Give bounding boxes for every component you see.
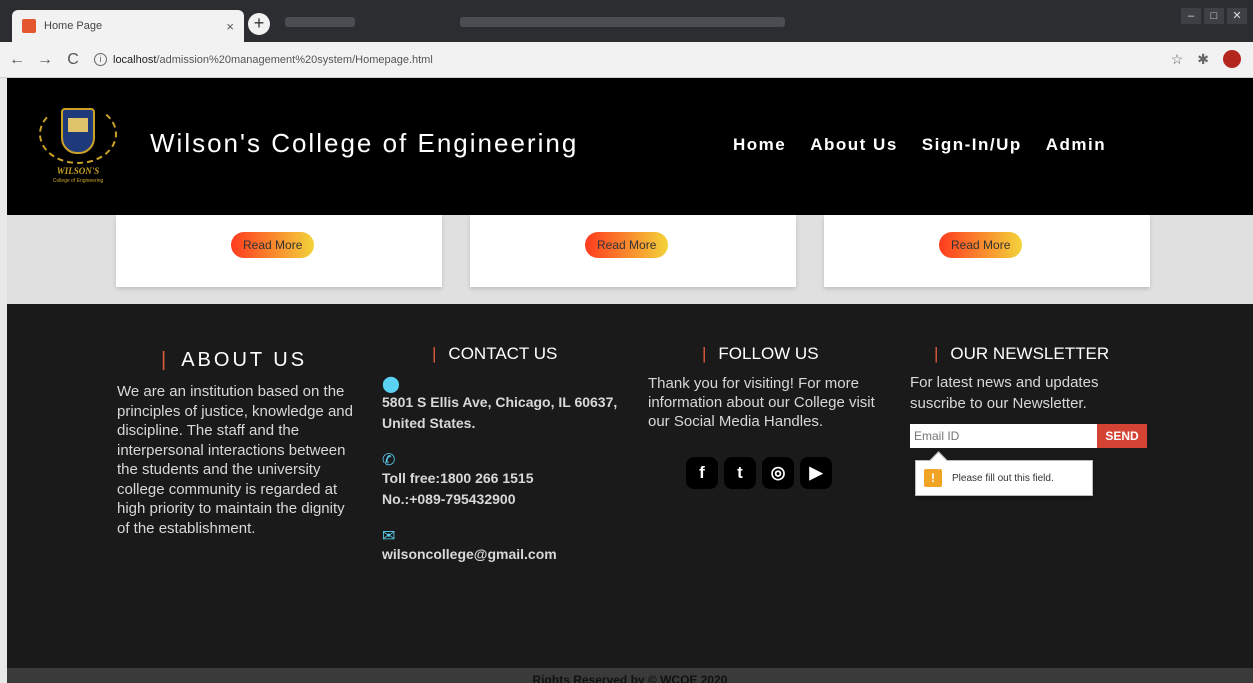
heading-separator: |	[161, 349, 170, 371]
footer-newsletter: | OUR NEWSLETTER For latest news and upda…	[910, 344, 1160, 496]
contact-tollfree: Toll free:1800 266 1515	[382, 470, 534, 486]
facebook-icon[interactable]: f	[686, 457, 718, 489]
email-input[interactable]	[910, 424, 1097, 448]
about-heading: | ABOUT US	[161, 349, 308, 371]
read-more-button[interactable]: Read More	[939, 232, 1023, 258]
instagram-icon[interactable]: ◎	[762, 457, 794, 489]
main-nav: Home About Us Sign-In/Up Admin	[733, 135, 1106, 155]
twitter-icon[interactable]: t	[724, 457, 756, 489]
browser-tab[interactable]: Home Page ×	[12, 10, 244, 42]
nav-home[interactable]: Home	[733, 135, 786, 155]
nav-about-us[interactable]: About Us	[810, 135, 898, 155]
tab-title: Home Page	[44, 20, 103, 32]
youtube-icon[interactable]: ▶	[800, 457, 832, 489]
send-button[interactable]: SEND	[1097, 424, 1147, 448]
contact-phone: No.:+089-795432900	[382, 491, 516, 507]
heading-separator: |	[432, 344, 437, 363]
new-tab-button[interactable]: +	[248, 13, 270, 35]
info-card: Read More	[824, 215, 1150, 287]
nav-sign-in-up[interactable]: Sign-In/Up	[922, 135, 1022, 155]
blurred-tab[interactable]	[460, 17, 785, 27]
newsletter-text: For latest news and updates suscribe to …	[910, 374, 1099, 412]
footer-follow: | FOLLOW US Thank you for visiting! For m…	[648, 344, 888, 489]
footer-about: | ABOUT US We are an institution based on…	[117, 349, 357, 538]
footer-contact: | CONTACT US ⬤ 5801 S Ellis Ave, Chicago,…	[382, 344, 627, 565]
warning-icon: !	[924, 469, 942, 487]
heading-separator: |	[702, 344, 707, 363]
profile-avatar-icon[interactable]	[1223, 50, 1241, 68]
social-icons: f t ◎ ▶	[686, 457, 888, 489]
logo-subtext: College of Engineering	[52, 178, 104, 184]
extensions-icon[interactable]: ✱	[1197, 51, 1209, 68]
read-more-button[interactable]: Read More	[231, 232, 315, 258]
browser-tab-bar: Home Page × + – □ ✕	[0, 0, 1253, 42]
read-more-button[interactable]: Read More	[585, 232, 669, 258]
bookmark-star-icon[interactable]: ☆	[1171, 51, 1184, 68]
book-icon	[68, 118, 88, 132]
college-logo[interactable]: WILSON'S College of Engineering	[33, 100, 123, 195]
site-footer: | ABOUT US We are an institution based on…	[7, 304, 1253, 668]
page-favicon-icon	[22, 19, 36, 33]
follow-text: Thank you for visiting! For more informa…	[648, 375, 875, 430]
about-text: We are an institution based on the princ…	[117, 383, 353, 537]
heading-separator: |	[934, 344, 939, 363]
close-window-button[interactable]: ✕	[1227, 8, 1247, 24]
phone-icon: ✆	[382, 452, 396, 469]
location-pin-icon: ⬤	[382, 376, 400, 393]
address-bar: ← → C i localhost /admission%20managemen…	[0, 42, 1253, 78]
site-header: WILSON'S College of Engineering Wilson's…	[7, 78, 1253, 215]
mail-icon: ✉	[382, 528, 396, 545]
follow-heading: | FOLLOW US	[702, 344, 819, 363]
url-host: localhost	[113, 53, 157, 66]
url-path: /admission%20management%20system/Homepag…	[156, 53, 433, 66]
info-icon[interactable]: i	[94, 53, 107, 66]
cards-section: Read More Read More Read More	[7, 215, 1253, 304]
forward-icon[interactable]: →	[34, 51, 56, 69]
nav-admin[interactable]: Admin	[1046, 135, 1106, 155]
reload-icon[interactable]: C	[62, 51, 84, 69]
url-field[interactable]: i localhost /admission%20management%20sy…	[94, 53, 433, 66]
copyright-bar: Rights Reserved by © WCOE 2020	[7, 668, 1253, 683]
site-title: Wilson's College of Engineering	[150, 128, 579, 158]
window-controls: – □ ✕	[1181, 8, 1247, 24]
info-card: Read More	[470, 215, 796, 287]
contact-email[interactable]: wilsoncollege@gmail.com	[382, 544, 627, 565]
minimize-button[interactable]: –	[1181, 8, 1201, 24]
maximize-button[interactable]: □	[1204, 8, 1224, 24]
info-card: Read More	[116, 215, 442, 287]
blurred-tab[interactable]	[285, 17, 355, 27]
newsletter-heading: | OUR NEWSLETTER	[934, 344, 1110, 363]
contact-address: 5801 S Ellis Ave, Chicago, IL 60637, Uni…	[382, 394, 618, 431]
contact-heading: | CONTACT US	[432, 344, 558, 363]
logo-text: WILSON'S	[56, 166, 100, 176]
back-icon[interactable]: ←	[6, 51, 28, 69]
validation-tooltip: ! Please fill out this field.	[915, 460, 1093, 496]
validation-message: Please fill out this field.	[952, 472, 1054, 484]
tab-close-icon[interactable]: ×	[226, 19, 234, 34]
